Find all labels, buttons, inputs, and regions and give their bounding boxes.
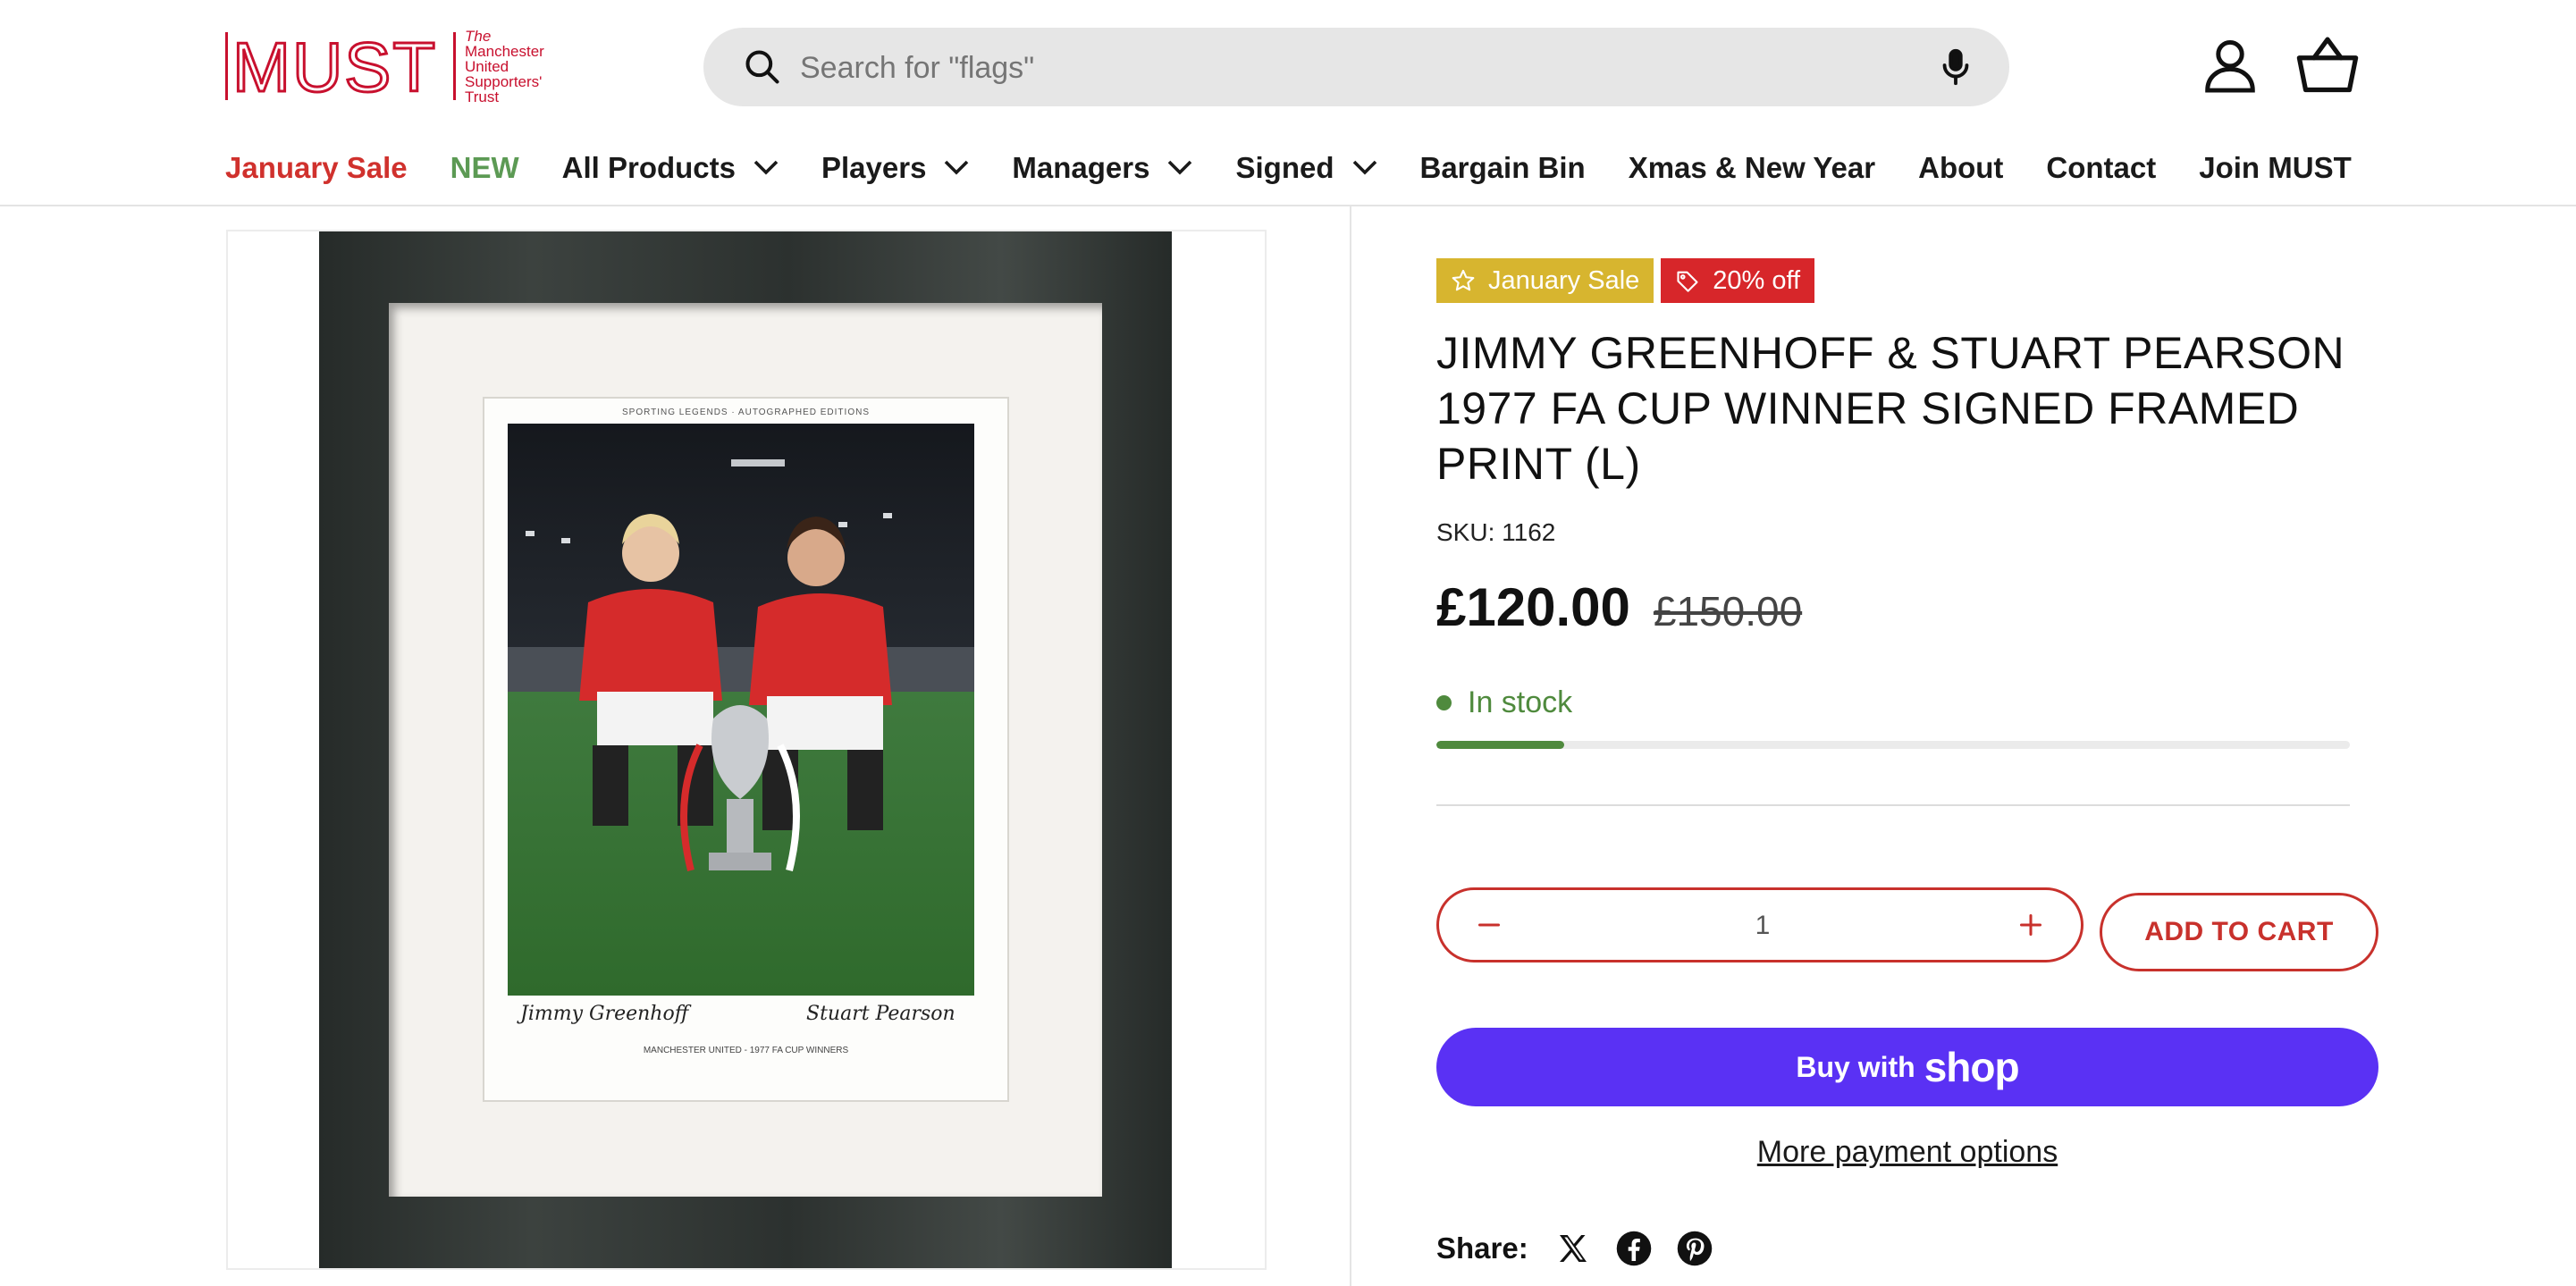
- x-icon[interactable]: [1553, 1229, 1593, 1268]
- nav-item-new[interactable]: NEW: [450, 151, 519, 185]
- share-row: Share:: [1436, 1229, 1714, 1268]
- product-badges: January Sale 20% off: [1436, 258, 1822, 303]
- logo-rule: [225, 32, 228, 100]
- nav-item-join-must[interactable]: Join MUST: [2199, 151, 2352, 185]
- nav-item-label: Xmas & New Year: [1628, 151, 1876, 184]
- search-bar[interactable]: [703, 28, 2009, 108]
- star-icon: [1452, 269, 1475, 291]
- picture-frame: SPORTING LEGENDS · AUTOGRAPHED EDITIONS: [319, 231, 1172, 1268]
- sale-badge-label: January Sale: [1488, 265, 1640, 295]
- nav-item-january-sale[interactable]: January Sale: [225, 151, 408, 185]
- price-block: £120.00 £150.00: [1436, 576, 1802, 638]
- nav-item-label: NEW: [450, 151, 519, 184]
- nav-item-label: Players: [821, 151, 927, 184]
- logo-tagline-line: Manchester: [465, 43, 544, 60]
- chevron-down-icon: [1168, 160, 1192, 175]
- logo-wordmark: MUST: [232, 28, 437, 106]
- nav-item-about[interactable]: About: [1918, 151, 2003, 185]
- team-photo-illustration: [508, 424, 974, 996]
- facebook-icon[interactable]: [1614, 1229, 1654, 1268]
- logo-tagline-line: Trust: [465, 88, 500, 105]
- shop-logo: shop: [1924, 1044, 2020, 1090]
- logo-tagline-line: United: [465, 58, 509, 75]
- nav-item-contact[interactable]: Contact: [2046, 151, 2156, 185]
- frame-mount: SPORTING LEGENDS · AUTOGRAPHED EDITIONS: [389, 303, 1102, 1197]
- logo-rule: [453, 32, 456, 100]
- stock-level-bar: [1436, 741, 2350, 749]
- nav-item-label: Managers: [1012, 151, 1150, 184]
- logo-tagline: The Manchester United Supporters' Trust: [465, 29, 554, 105]
- nav-item-managers[interactable]: Managers: [1012, 151, 1192, 185]
- nav-item-label: Join MUST: [2199, 151, 2352, 184]
- discount-badge-label: 20% off: [1713, 265, 1801, 295]
- must-logo[interactable]: MUST The Manchester United Supporters' T…: [225, 25, 547, 106]
- section-divider: [1436, 804, 2350, 806]
- stock-level-fill: [1436, 741, 1565, 749]
- shop-pay-button[interactable]: Buy with shop: [1436, 1028, 2378, 1106]
- shop-pay-label: Buy with: [1796, 1050, 1915, 1083]
- add-to-cart-button[interactable]: ADD TO CART: [2100, 893, 2378, 971]
- nav-item-label: All Products: [561, 151, 736, 184]
- share-label: Share:: [1436, 1231, 1528, 1265]
- stock-label: In stock: [1468, 685, 1573, 719]
- print-header: SPORTING LEGENDS · AUTOGRAPHED EDITIONS: [621, 408, 870, 417]
- signature-left: Jimmy Greenhoff: [520, 1003, 689, 1025]
- more-payment-options-link[interactable]: More payment options: [1436, 1135, 2378, 1170]
- account-icon[interactable]: [2201, 36, 2260, 95]
- chevron-down-icon: [753, 160, 779, 175]
- stock-status: In stock: [1436, 685, 1572, 720]
- chevron-down-icon: [945, 160, 969, 175]
- logo-tagline-line: The: [465, 28, 492, 45]
- stock-dot-icon: [1436, 695, 1452, 710]
- product-title: JIMMY GREENHOFF & STUART PEARSON 1977 FA…: [1436, 328, 2345, 489]
- nav-item-bargain-bin[interactable]: Bargain Bin: [1420, 151, 1586, 185]
- cart-icon[interactable]: [2295, 36, 2360, 95]
- sale-badge: January Sale: [1436, 258, 1654, 303]
- tag-icon: [1677, 271, 1698, 292]
- minus-icon: [1477, 923, 1501, 927]
- product-sku: SKU: 1162: [1436, 518, 1556, 546]
- pinterest-icon[interactable]: [1675, 1229, 1714, 1268]
- quantity-increase-button[interactable]: [1993, 890, 2068, 960]
- quantity-decrease-button[interactable]: [1452, 890, 1527, 960]
- microphone-icon[interactable]: [1935, 46, 1976, 88]
- nav-item-label: Signed: [1235, 151, 1334, 184]
- nav-item-players[interactable]: Players: [821, 151, 969, 185]
- compare-price: £150.00: [1653, 588, 1803, 635]
- print-caption: MANCHESTER UNITED - 1977 FA CUP WINNERS: [643, 1046, 849, 1055]
- main-nav: January Sale NEW All Products Players Ma…: [225, 143, 2395, 193]
- sale-price: £120.00: [1436, 577, 1630, 637]
- nav-item-signed[interactable]: Signed: [1235, 151, 1376, 185]
- site-header: MUST The Manchester United Supporters' T…: [0, 0, 2576, 206]
- discount-badge: 20% off: [1661, 258, 1815, 303]
- quantity-input[interactable]: [1546, 890, 1979, 962]
- nav-item-label: About: [1918, 151, 2004, 184]
- column-divider: [1350, 205, 1351, 1286]
- product-image[interactable]: SPORTING LEGENDS · AUTOGRAPHED EDITIONS: [226, 230, 1267, 1270]
- nav-item-all-products[interactable]: All Products: [562, 151, 779, 185]
- chevron-down-icon: [1352, 160, 1376, 175]
- quantity-stepper: [1436, 887, 2084, 962]
- nav-item-xmas-new-year[interactable]: Xmas & New Year: [1629, 151, 1875, 185]
- search-icon[interactable]: [743, 47, 782, 87]
- logo-tagline-line: Supporters': [465, 73, 543, 90]
- nav-item-label: Bargain Bin: [1419, 151, 1586, 184]
- signature-right: Stuart Pearson: [806, 1003, 955, 1025]
- nav-item-label: Contact: [2046, 151, 2157, 184]
- nav-item-label: January Sale: [225, 151, 408, 184]
- signed-print: SPORTING LEGENDS · AUTOGRAPHED EDITIONS: [483, 397, 1009, 1102]
- plus-icon: [2019, 913, 2042, 937]
- team-photo: [508, 424, 974, 996]
- search-input[interactable]: [798, 28, 1874, 108]
